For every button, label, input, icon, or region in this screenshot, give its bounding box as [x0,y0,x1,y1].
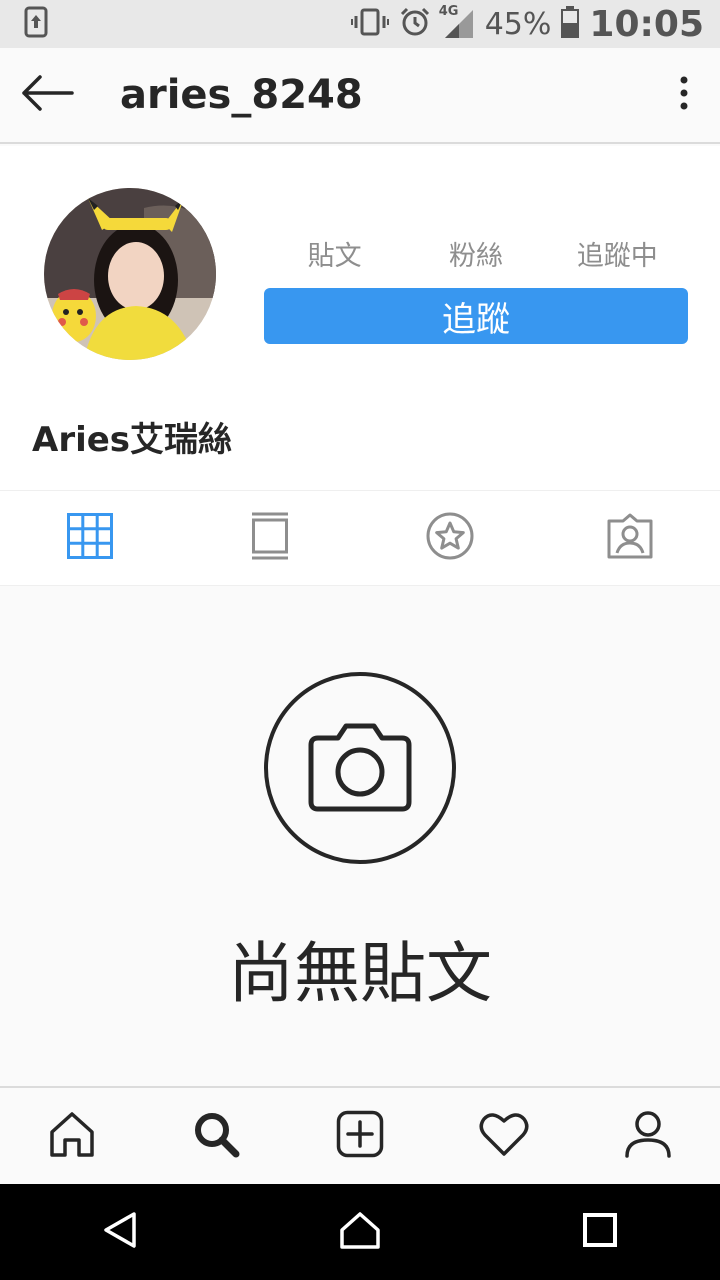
profile-section: 貼文 粉絲 追蹤中 追蹤 Aries艾瑞絲 [0,146,720,490]
bottom-nav [0,1086,720,1184]
add-post-icon [336,1110,384,1162]
back-arrow-icon [22,75,74,115]
screenshot-icon [24,6,48,42]
alarm-icon [399,6,431,42]
tab-feed[interactable] [180,491,360,585]
profile-stats: 貼文 粉絲 追蹤中 [264,234,688,273]
nav-home[interactable] [0,1088,144,1184]
system-nav-bar [0,1184,720,1280]
more-vertical-icon [679,76,689,114]
vibrate-icon [350,8,389,40]
star-icon [426,512,474,564]
nav-add-post[interactable] [288,1088,432,1184]
app-header: aries_8248 [0,48,720,144]
display-name: Aries艾瑞絲 [32,420,233,460]
heart-icon [479,1111,529,1161]
stat-following[interactable]: 追蹤中 [547,234,688,273]
nav-profile[interactable] [576,1088,720,1184]
stat-label: 追蹤中 [576,241,658,272]
tab-grid[interactable] [0,491,180,585]
signal-icon: 4G [439,4,475,40]
home-outline-icon [338,1210,382,1254]
camera-circle [264,672,456,864]
stat-posts[interactable]: 貼文 [264,234,405,273]
system-recents-button[interactable] [480,1184,720,1280]
back-button[interactable] [0,47,96,143]
avatar[interactable] [44,188,216,360]
stat-label: 粉絲 [448,241,503,272]
status-bar: 4G 45% 10:05 [0,0,720,48]
camera-icon [308,720,412,816]
tab-tagged[interactable] [540,491,720,585]
system-home-button[interactable] [240,1184,480,1280]
more-options-button[interactable] [648,47,720,143]
nav-activity[interactable] [432,1088,576,1184]
search-icon [192,1110,240,1162]
profile-icon [624,1110,672,1162]
battery-percent: 45% [484,6,552,42]
stat-followers[interactable]: 粉絲 [405,234,546,273]
tagged-icon [606,513,654,563]
nav-search[interactable] [144,1088,288,1184]
feed-icon [250,512,290,564]
system-back-button[interactable] [0,1184,240,1280]
clock: 10:05 [589,3,704,45]
profile-tabs [0,490,720,586]
back-triangle-icon [100,1210,140,1254]
empty-state: 尚無貼文 [0,586,720,1086]
empty-state-text: 尚無貼文 [228,935,492,1012]
home-icon [48,1110,96,1162]
battery-icon [561,6,580,42]
stat-label: 貼文 [307,241,362,272]
follow-button[interactable]: 追蹤 [264,288,688,344]
tab-saved[interactable] [360,491,540,585]
page-title: aries_8248 [120,72,363,118]
grid-icon [67,513,113,563]
recents-square-icon [582,1212,618,1252]
